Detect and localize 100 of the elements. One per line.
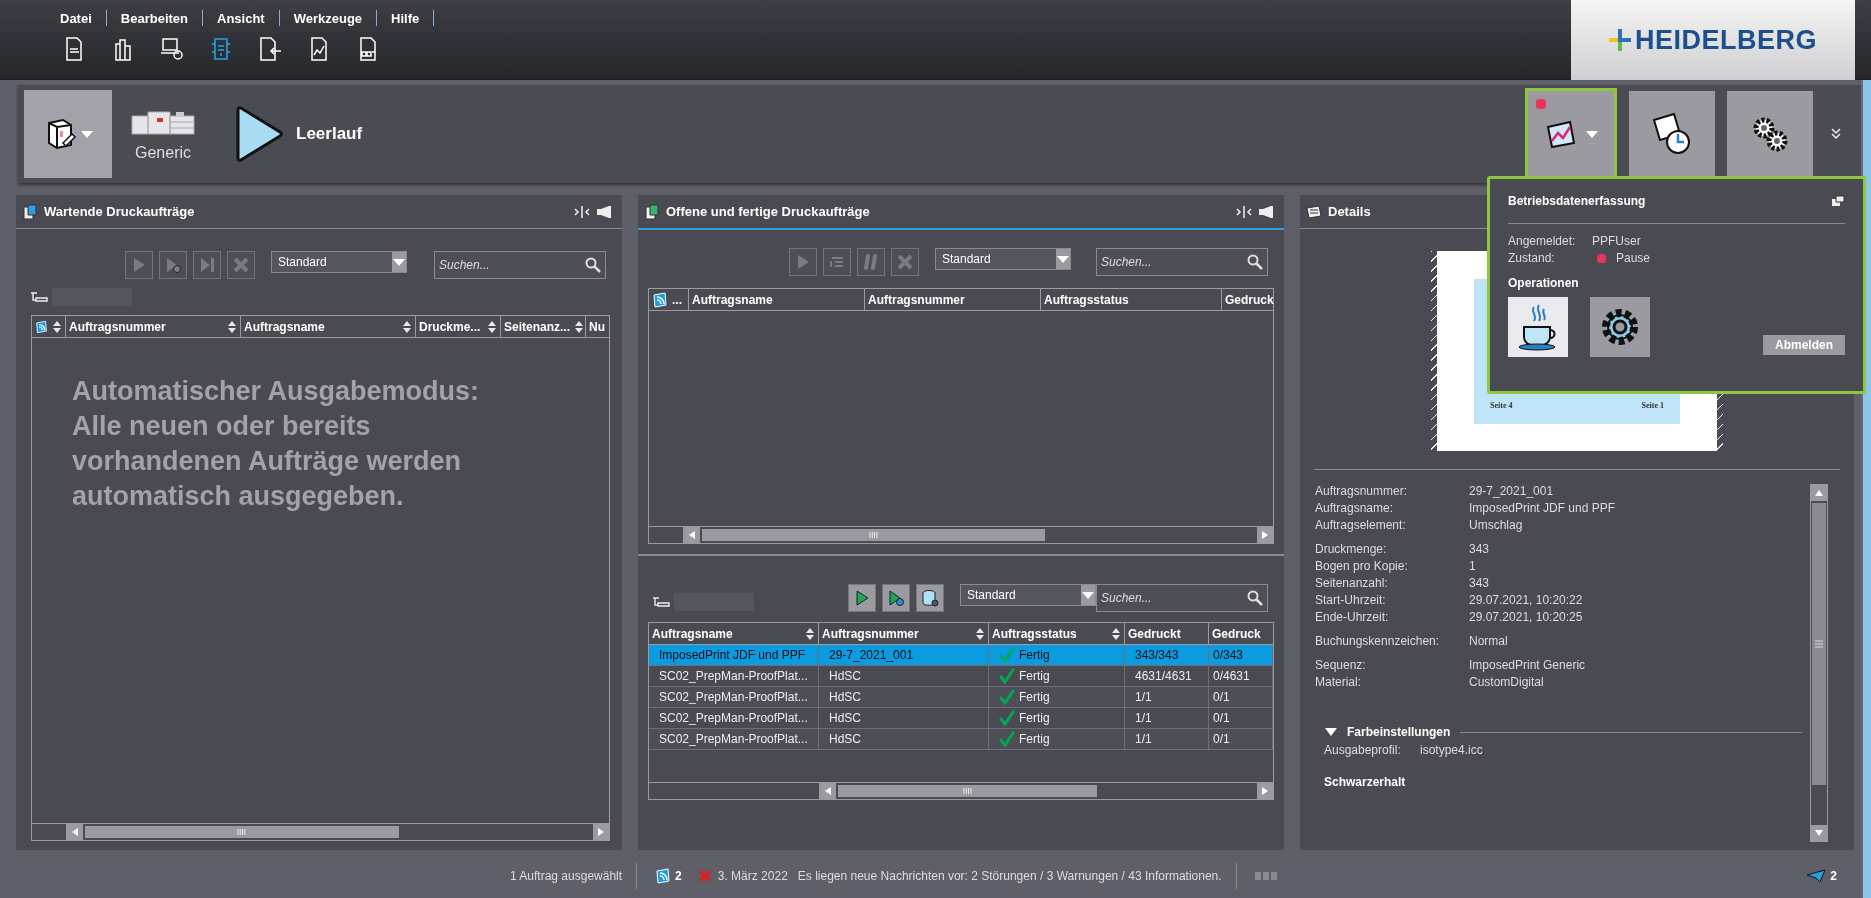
table-row[interactable]: SC02_PrepMan-ProofPlat... HdSC Fertig 1/1 0/1 [649, 687, 1273, 708]
menu-item[interactable]: Bearbeiten [120, 10, 202, 26]
scroll-left-icon[interactable] [825, 787, 831, 795]
table-cell: SC02_PrepMan-ProofPlat... [649, 666, 819, 686]
scroll-up-icon[interactable] [1815, 490, 1823, 496]
field-label: Auftragsname: [1315, 501, 1395, 515]
filter-dropdown[interactable]: Standard [271, 251, 407, 273]
section-title[interactable]: Farbeinstellungen [1347, 725, 1451, 739]
device-name: Generic [135, 144, 191, 162]
status-text: Fertig [1019, 648, 1050, 662]
table-row[interactable]: SC02_PrepMan-ProofPlat... HdSC Fertig 1/1 0/1 [649, 729, 1273, 750]
scroll-right-icon[interactable] [1262, 531, 1268, 539]
table-cell: 0/1 [1209, 708, 1273, 728]
table-row[interactable]: ImposedPrint JDF und PPF 29-7_2021_001 Fertig 343/343 0/343 [649, 645, 1273, 666]
column-header[interactable]: ... [649, 289, 689, 310]
popup-title: Betriebsdatenerfassung [1508, 194, 1646, 208]
filter-dropdown[interactable]: Standard [935, 248, 1071, 270]
scroll-left-icon[interactable] [689, 531, 695, 539]
search-icon [585, 257, 601, 273]
column-header[interactable]: Druckme... [416, 316, 501, 337]
cancel-icon [895, 252, 915, 272]
panel-toggle-icon[interactable] [596, 204, 612, 219]
menu-item[interactable]: Hilfe [391, 10, 434, 26]
field-label: Buchungskennzeichen: [1315, 634, 1441, 648]
column-header[interactable]: Auftragsstatus [1041, 289, 1222, 310]
sort-icon [975, 626, 985, 641]
split-icon[interactable] [574, 204, 590, 219]
play-button[interactable] [848, 584, 876, 612]
scroll-down-icon[interactable] [1815, 830, 1823, 836]
activity-icon [1254, 872, 1277, 880]
column-header[interactable]: Gedruck [1222, 289, 1273, 310]
horizontal-scrollbar[interactable] [649, 526, 1273, 543]
horizontal-scrollbar[interactable] [32, 823, 609, 840]
field-value: ImposedPrint JDF und PPF [1469, 501, 1617, 515]
coffee-cup-button[interactable] [1508, 297, 1568, 357]
caret-icon [81, 130, 93, 138]
table-cell: SC02_PrepMan-ProofPlat... [649, 687, 819, 707]
feed-icon [35, 318, 48, 335]
field-label: Sequenz: [1315, 658, 1367, 672]
auto-output-message: Automatischer Ausgabemodus: Alle neuen oder bereits vorhandenen Aufträge werden automatisch ausgegeben. [72, 375, 481, 513]
search-field[interactable]: Suchen... [434, 251, 606, 279]
table-cell: 1/1 [1125, 708, 1209, 728]
menu-item[interactable]: Ansicht [217, 10, 279, 26]
vertical-scrollbar[interactable] [1810, 484, 1828, 842]
field-label: Angemeldet: [1508, 234, 1577, 248]
play-settings-icon [886, 588, 906, 608]
scroll-left-icon[interactable] [72, 828, 78, 836]
expand-triangle-icon[interactable] [1325, 728, 1337, 736]
database-button[interactable] [916, 584, 944, 612]
table-cell: SC02_PrepMan-ProofPlat... [649, 729, 819, 749]
column-header[interactable]: Auftragsname [241, 316, 416, 337]
message-text: Es liegen neue Nachrichten vor: 2 Störungen / 3 Warnungen / 43 Informationen. [797, 869, 1222, 883]
column-header[interactable]: Auftragsstatus [989, 623, 1125, 644]
field-value: isotype4.icc [1420, 743, 1484, 757]
field-label: Auftragsnummer: [1315, 484, 1409, 498]
clock-document-button[interactable] [1629, 91, 1715, 177]
table-cell: 4631/4631 [1125, 666, 1209, 686]
gear-button[interactable] [1590, 297, 1650, 357]
table-cell: HdSC [819, 708, 989, 728]
gears-button[interactable] [1727, 91, 1813, 177]
panel-toggle-icon[interactable] [1258, 204, 1274, 219]
menu-item[interactable]: Datei [60, 10, 106, 26]
column-header[interactable]: Nu [586, 316, 609, 337]
column-header[interactable]: Auftragsnummer [819, 623, 989, 644]
filter-dropdown[interactable]: Standard [960, 584, 1096, 606]
status-text: Fertig [1019, 669, 1050, 683]
search-field[interactable]: Suchen... [1096, 248, 1268, 276]
table-row[interactable]: SC02_PrepMan-ProofPlat... HdSC Fertig 1/1 0/1 [649, 708, 1273, 729]
column-header[interactable]: Auftragsname [649, 623, 819, 644]
column-header[interactable]: Auftragsnummer [66, 316, 241, 337]
scroll-right-icon[interactable] [1262, 787, 1268, 795]
field-value: PPFUser [1592, 234, 1641, 248]
horizontal-scrollbar[interactable] [649, 782, 1273, 799]
field-label: Druckmenge: [1315, 542, 1388, 556]
column-header[interactable]: Gedruckt [1125, 623, 1209, 644]
table-cell: ImposedPrint JDF und PPF [649, 645, 819, 665]
search-field[interactable]: Suchen... [1096, 584, 1268, 612]
grip-icon [962, 788, 972, 794]
split-icon[interactable] [1236, 204, 1252, 219]
field-label: Material: [1315, 675, 1362, 689]
column-header[interactable]: Auftragsnummer [865, 289, 1041, 310]
column-header[interactable]: Seitenanz... [501, 316, 586, 337]
field-value: Pause [1616, 251, 1651, 265]
scroll-right-icon[interactable] [598, 828, 604, 836]
column-header[interactable]: Gedruck [1209, 623, 1273, 644]
play-settings-button[interactable] [882, 584, 910, 612]
sort-icon [805, 626, 815, 641]
detach-icon[interactable] [1831, 195, 1845, 207]
chevron-down-icon[interactable] [1831, 128, 1841, 140]
page-label: Seite 4 [1490, 401, 1513, 410]
menu-item[interactable]: Werkzeuge [293, 10, 377, 26]
logo-text: HEIDELBERG [1635, 24, 1817, 56]
printer-menu-button[interactable] [24, 90, 112, 178]
column-header[interactable]: Auftragsname [689, 289, 865, 310]
table-cell: HdSC [819, 729, 989, 749]
table-cell: HdSC [819, 687, 989, 707]
field-value: CustomDigital [1469, 675, 1545, 689]
device-status: Leerlauf [296, 124, 363, 144]
table-row[interactable]: SC02_PrepMan-ProofPlat... HdSC Fertig 4631/4631 0/4631 [649, 666, 1273, 687]
sort-icon [487, 319, 497, 334]
